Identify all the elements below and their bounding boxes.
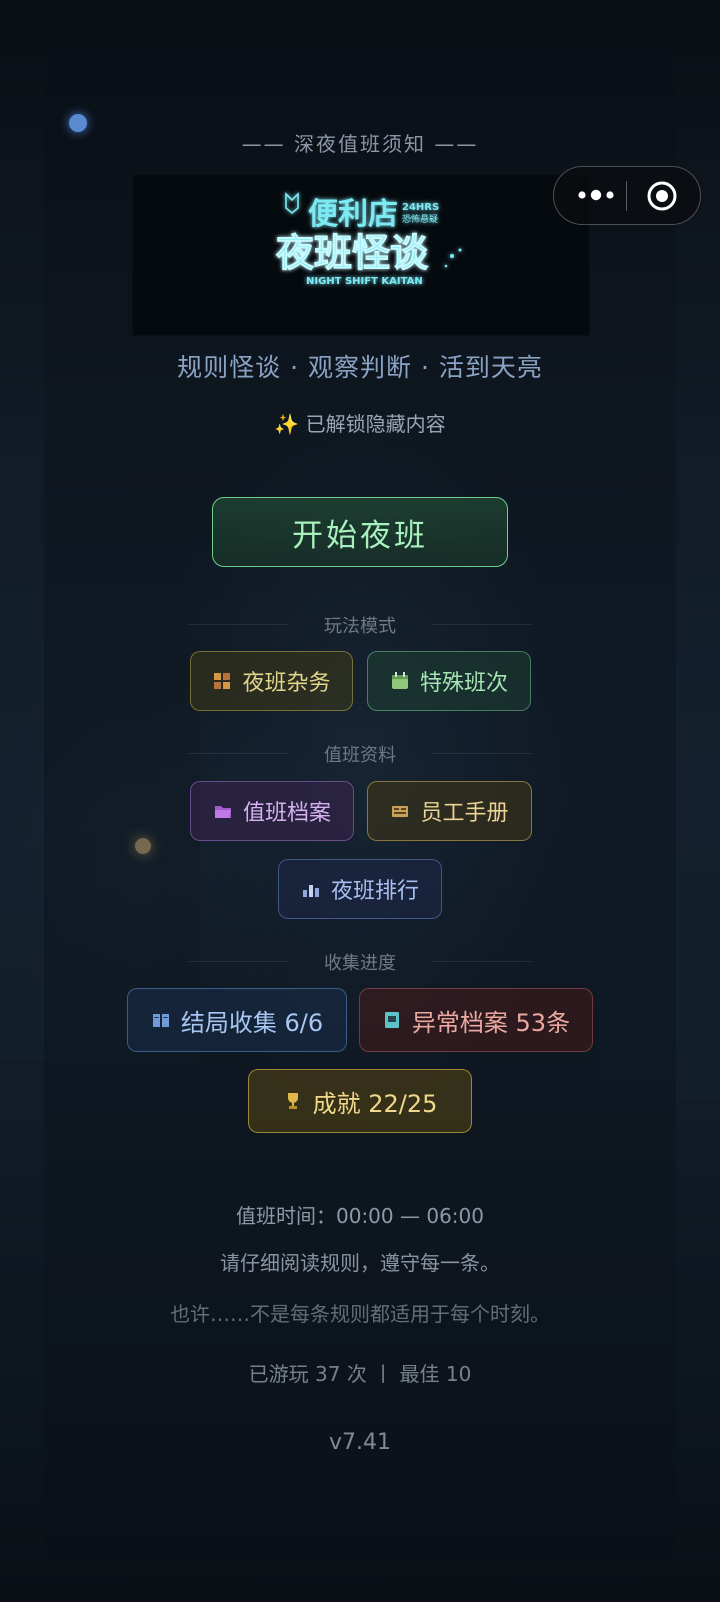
ranking-icon	[302, 885, 319, 897]
special-shift-label: 特殊班次	[419, 671, 508, 696]
anomaly-archive-label: 异常档案 53条	[411, 1008, 571, 1037]
hint-text: 也许……不是每条规则都适用于每个时刻。	[170, 1302, 550, 1326]
file-icon	[384, 1012, 399, 1028]
capsule-divider	[626, 181, 627, 211]
unlock-notice: ✨ 已解锁隐藏内容	[0, 408, 720, 437]
calendar-icon	[391, 672, 408, 689]
achievements-button[interactable]: 成就 22/25	[248, 1069, 472, 1133]
employee-handbook-label: 员工手册	[420, 801, 509, 826]
read-rules-text: 请仔细阅读规则，遵守每一条。	[220, 1251, 500, 1275]
mini-program-capsule	[553, 166, 701, 225]
shift-time-text: 值班时间：00:00 — 06:00	[236, 1204, 484, 1228]
section-label-modes: 玩法模式	[188, 612, 532, 637]
special-shift-button[interactable]: 特殊班次	[367, 651, 531, 711]
tagline: 规则怪谈 · 观察判断 · 活到天亮	[177, 353, 543, 382]
night-tasks-button[interactable]: 夜班杂务	[190, 651, 353, 711]
night-tasks-label: 夜班杂务	[242, 671, 331, 696]
more-dots-icon[interactable]	[574, 179, 618, 211]
svg-text:夜班怪谈: 夜班怪谈	[275, 231, 429, 275]
svg-text:恐怖悬疑: 恐怖悬疑	[402, 213, 438, 225]
endings-collection-label: 结局收集 6/6	[180, 1008, 324, 1037]
section-label-progress: 收集进度	[188, 949, 532, 974]
folder-icon	[214, 806, 231, 818]
employee-handbook-button[interactable]: 员工手册	[367, 781, 532, 841]
svg-text:NIGHT SHIFT KAITAN: NIGHT SHIFT KAITAN	[306, 276, 423, 287]
svg-text:24HRS: 24HRS	[402, 202, 439, 213]
unlock-text: 已解锁隐藏内容	[305, 412, 446, 436]
section-label-records: 值班资料	[188, 741, 532, 766]
night-ranking-button[interactable]: 夜班排行	[278, 859, 442, 919]
duty-archive-button[interactable]: 值班档案	[190, 781, 354, 841]
book-icon	[152, 1014, 169, 1027]
start-shift-button[interactable]: 开始夜班	[212, 497, 508, 567]
version-label: v7.41	[328, 1430, 391, 1455]
target-circle-icon[interactable]	[646, 180, 678, 212]
handbook-icon	[392, 806, 409, 817]
night-ranking-label: 夜班排行	[330, 879, 419, 904]
tasks-icon	[214, 673, 231, 689]
svg-text:便利店: 便利店	[308, 197, 398, 232]
anomaly-archive-button[interactable]: 异常档案 53条	[359, 988, 593, 1052]
achievements-label: 成就 22/25	[312, 1089, 438, 1118]
page-heading: —— 深夜值班须知 ——	[241, 132, 479, 156]
sparkles-icon: ✨	[274, 412, 300, 436]
endings-collection-button[interactable]: 结局收集 6/6	[127, 988, 347, 1052]
neon-logo: 便利店 24HRS 恐怖悬疑 夜班怪谈 NIGHT SHIFT KAITAN	[275, 192, 462, 287]
duty-archive-label: 值班档案	[242, 801, 331, 826]
play-stats-text: 已游玩 37 次 丨 最佳 10	[248, 1362, 472, 1386]
trophy-icon	[287, 1093, 298, 1109]
glow-orb-amber	[135, 838, 151, 854]
